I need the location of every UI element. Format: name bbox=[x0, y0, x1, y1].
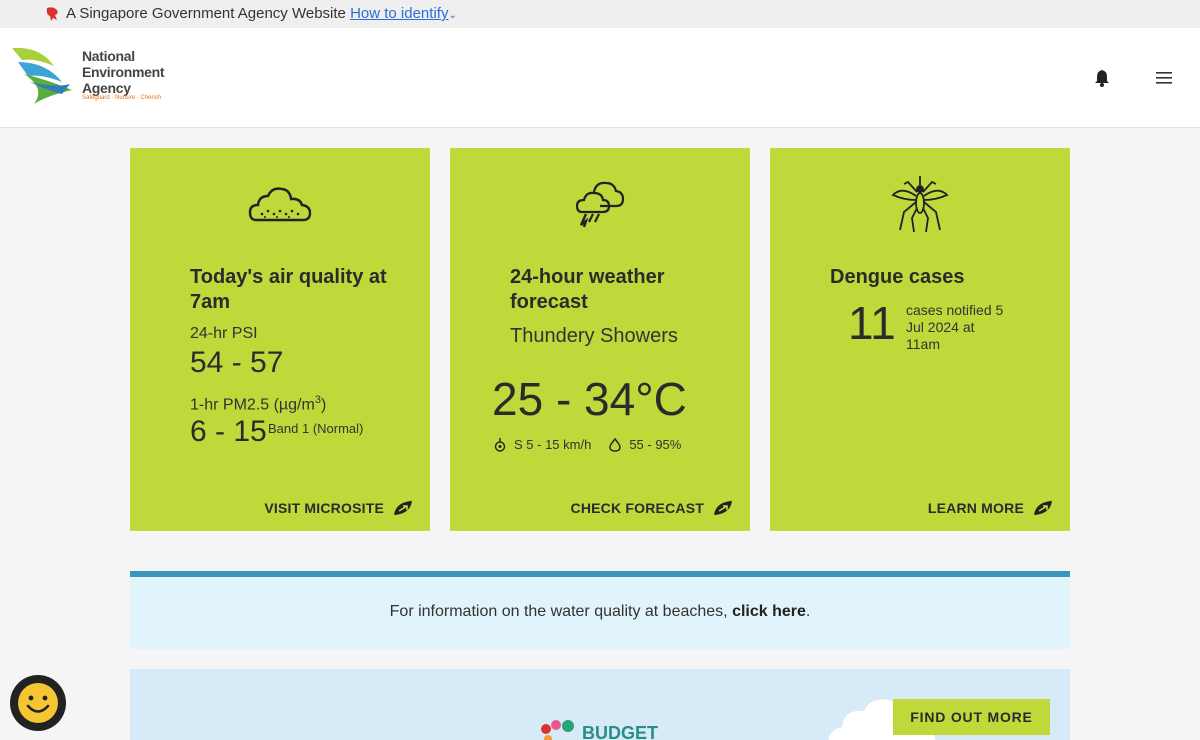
beach-water-quality-notice: For information on the water quality at … bbox=[130, 571, 1070, 649]
budget-logo-icon bbox=[541, 720, 574, 740]
check-forecast-link[interactable]: CHECK FORECAST bbox=[571, 499, 734, 517]
notice-end: . bbox=[805, 603, 811, 620]
air-quality-card: Today's air quality at 7am 24-hr PSI 54 … bbox=[130, 148, 430, 531]
chevron-down-icon[interactable]: ⌄ bbox=[448, 10, 456, 21]
dengue-count: 11 bbox=[848, 297, 896, 349]
humidity-drop-icon bbox=[609, 437, 622, 452]
haze-cloud-icon bbox=[248, 187, 312, 222]
dengue-cases-card: Dengue cases 11 cases notified 5 Jul 202… bbox=[770, 148, 1070, 531]
weather-forecast-card: 24-hour weather forecast Thundery Shower… bbox=[450, 148, 750, 531]
nea-swoosh-icon bbox=[12, 47, 72, 104]
weather-condition: Thundery Showers bbox=[510, 325, 678, 347]
leaf-arrow-icon bbox=[394, 501, 412, 515]
bell-icon[interactable] bbox=[1092, 68, 1112, 88]
learn-more-label: LEARN MORE bbox=[927, 500, 1024, 516]
masthead-text: A Singapore Government Agency Website bbox=[66, 5, 346, 22]
feedback-button[interactable] bbox=[10, 675, 66, 731]
budget-label: BUDGET bbox=[582, 723, 658, 740]
air-quality-title: Today's air quality at 7am bbox=[190, 266, 387, 313]
thunderstorm-icon bbox=[576, 181, 625, 228]
smiley-face-icon bbox=[18, 683, 58, 723]
notice-text: For information on the water quality at … bbox=[389, 603, 733, 620]
logo-line-3: Agency bbox=[82, 80, 131, 96]
pm25-value: 6 - 15 bbox=[190, 415, 267, 448]
leaf-arrow-icon bbox=[714, 501, 732, 515]
budget-banner: BUDGET FIND OUT MORE bbox=[130, 669, 1070, 740]
site-header: National Environment Agency Safeguard · … bbox=[0, 28, 1200, 128]
learn-more-link[interactable]: LEARN MORE bbox=[928, 499, 1054, 517]
logo-line-1: National bbox=[82, 48, 135, 64]
wind-value: S 5 - 15 km/h bbox=[514, 437, 592, 452]
pm25-label: 1-hr PM2.5 (µg/m3) bbox=[190, 394, 327, 414]
wind-icon bbox=[494, 437, 506, 452]
dengue-note: cases notified 5 Jul 2024 at 11am bbox=[906, 302, 1004, 352]
how-to-identify-link[interactable]: How to identify bbox=[350, 5, 448, 22]
leaf-arrow-icon bbox=[1034, 501, 1052, 515]
temperature-range: 25 - 34°C bbox=[492, 373, 687, 425]
visit-microsite-label: VISIT MICROSITE bbox=[264, 500, 384, 516]
check-forecast-label: CHECK FORECAST bbox=[570, 500, 704, 516]
humidity-value: 55 - 95% bbox=[629, 437, 682, 452]
psi-value: 54 - 57 bbox=[190, 346, 284, 379]
weather-title: 24-hour weather forecast bbox=[510, 266, 665, 313]
find-out-more-button[interactable]: FIND OUT MORE bbox=[893, 699, 1050, 735]
gov-masthead: A Singapore Government Agency Website Ho… bbox=[0, 0, 1200, 28]
pm25-band: Band 1 (Normal) bbox=[268, 421, 364, 436]
click-here-link[interactable]: click here bbox=[732, 603, 806, 620]
visit-microsite-link[interactable]: VISIT MICROSITE bbox=[264, 499, 414, 517]
psi-label: 24-hr PSI bbox=[190, 325, 258, 342]
hamburger-menu-icon[interactable] bbox=[1154, 70, 1174, 86]
logo-line-2: Environment bbox=[82, 64, 165, 80]
nea-logo[interactable]: National Environment Agency Safeguard · … bbox=[10, 44, 180, 108]
logo-tagline: Safeguard · Nurture · Cherish bbox=[82, 95, 162, 101]
singapore-lion-icon bbox=[46, 7, 58, 21]
mosquito-icon bbox=[891, 176, 949, 233]
dengue-title: Dengue cases bbox=[830, 266, 965, 288]
